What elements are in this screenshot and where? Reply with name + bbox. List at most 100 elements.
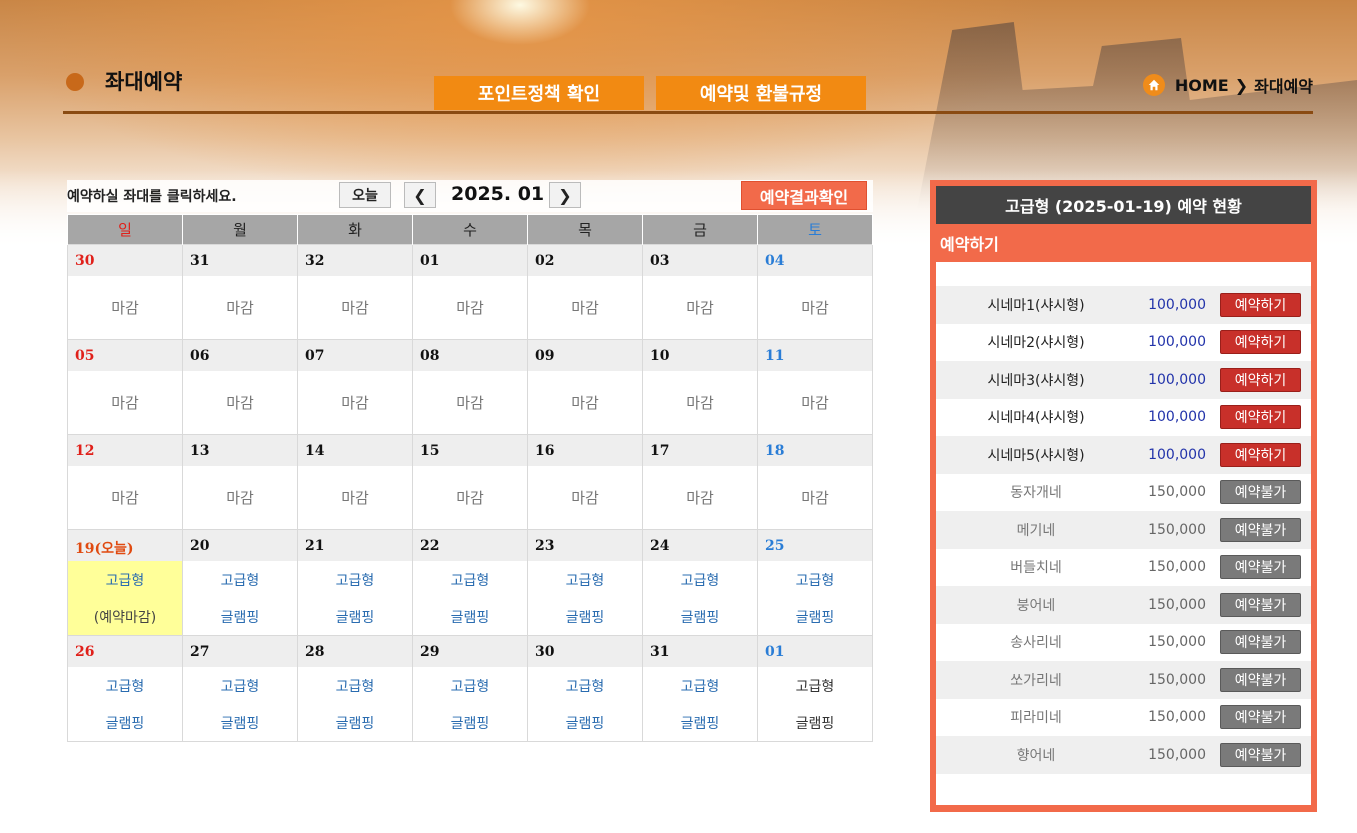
option-premium-link[interactable]: 고급형 (183, 561, 297, 598)
option-premium-link[interactable]: 고급형 (68, 561, 182, 598)
calendar-week: 30 마감 31 마감 32 마감 01 마감 02 마감 03 마감 04 마감 (67, 244, 873, 340)
day-options: 고급형 글램핑 (298, 667, 412, 741)
option-premium-link[interactable]: 고급형 (413, 561, 527, 598)
reservation-row: 향어네 150,000 예약불가 (936, 736, 1311, 774)
option-premium-link[interactable]: 고급형 (643, 667, 757, 704)
calendar-week: 05 마감 06 마감 07 마감 08 마감 09 마감 10 마감 11 마감 (67, 339, 873, 435)
calendar-day: 05 마감 (67, 339, 183, 435)
reserve-button[interactable]: 예약하기 (1220, 367, 1301, 392)
closed-label: 마감 (226, 489, 254, 507)
weekday-sat: 토 (757, 214, 873, 245)
option-premium-link[interactable]: 고급형 (298, 561, 412, 598)
calendar-day: 28 고급형 글램핑 (297, 635, 413, 742)
title-divider (63, 111, 1313, 114)
unavailable-button: 예약불가 (1220, 630, 1301, 655)
reservation-row: 시네마2(샤시형) 100,000 예약하기 (936, 324, 1311, 362)
day-number: 13 (183, 435, 297, 466)
reservation-row: 피라미네 150,000 예약불가 (936, 699, 1311, 737)
weekday-thu: 목 (527, 214, 643, 245)
reserve-button[interactable]: 예약하기 (1220, 292, 1301, 317)
seat-price: 150,000 (1148, 709, 1206, 726)
seat-name: 송사리네 (1010, 635, 1062, 652)
calendar-day: 31 마감 (182, 244, 298, 340)
reservation-row: 메기네 150,000 예약불가 (936, 511, 1311, 549)
unavailable-button: 예약불가 (1220, 705, 1301, 730)
day-options: 고급형 글램핑 (758, 667, 872, 741)
calendar-day: 01 마감 (412, 244, 528, 340)
unavailable-button: 예약불가 (1220, 667, 1301, 692)
seat-name: 시네마5(샤시형) (987, 447, 1085, 464)
option-glamping-link[interactable]: 글램핑 (413, 704, 527, 741)
option-premium-link[interactable]: 고급형 (758, 667, 872, 704)
calendar-day: 32 마감 (297, 244, 413, 340)
closed-label: 마감 (686, 489, 714, 507)
closed-label: 마감 (456, 489, 484, 507)
option-glamping-link[interactable]: 글램핑 (183, 598, 297, 635)
weekday-tue: 화 (297, 214, 413, 245)
option-glamping-link[interactable]: 글램핑 (758, 704, 872, 741)
option-premium-link[interactable]: 고급형 (298, 667, 412, 704)
day-number: 16 (528, 435, 642, 466)
calendar-day: 26 고급형 글램핑 (67, 635, 183, 742)
calendar-day: 19(오늘) 고급형 (예약마감) (67, 529, 183, 636)
closed-label: 마감 (226, 394, 254, 412)
reservation-row: 버들치네 150,000 예약불가 (936, 549, 1311, 587)
prev-month-button[interactable]: ❮ (404, 182, 436, 208)
option-premium-link[interactable]: 고급형 (643, 561, 757, 598)
reservation-row: 시네마1(샤시형) 100,000 예약하기 (936, 286, 1311, 324)
calendar-day: 14 마감 (297, 434, 413, 530)
closed-label: 마감 (571, 299, 599, 317)
day-number: 18 (758, 435, 872, 466)
option-glamping-link[interactable]: 글램핑 (528, 598, 642, 635)
calendar-day: 17 마감 (642, 434, 758, 530)
page-title: 좌대예약 (105, 70, 183, 94)
option-premium-link[interactable]: 고급형 (183, 667, 297, 704)
day-number: 01 (758, 636, 872, 667)
option-glamping-link[interactable]: 글램핑 (183, 704, 297, 741)
day-options: 고급형 글램핑 (68, 667, 182, 741)
calendar-day: 11 마감 (757, 339, 873, 435)
option-premium-link[interactable]: 고급형 (758, 561, 872, 598)
option-glamping-link[interactable]: 글램핑 (528, 704, 642, 741)
calendar-day: 30 고급형 글램핑 (527, 635, 643, 742)
option-closed-label: (예약마감) (93, 609, 157, 626)
calendar-day: 29 고급형 글램핑 (412, 635, 528, 742)
option-premium-link[interactable]: 고급형 (528, 667, 642, 704)
point-policy-button[interactable]: 포인트정책 확인 (434, 76, 644, 110)
day-options: 고급형 글램핑 (528, 667, 642, 741)
breadcrumb-home[interactable]: HOME (1175, 76, 1229, 95)
option-glamping-link[interactable]: 글램핑 (758, 598, 872, 635)
option-glamping-link[interactable]: 글램핑 (643, 598, 757, 635)
option-premium-link[interactable]: 고급형 (413, 667, 527, 704)
day-options: 고급형 글램핑 (183, 561, 297, 635)
option-glamping-link[interactable]: 글램핑 (298, 704, 412, 741)
reserve-button[interactable]: 예약하기 (1220, 442, 1301, 467)
home-icon[interactable] (1142, 74, 1165, 96)
closed-label: 마감 (111, 394, 139, 412)
seat-name: 시네마2(샤시형) (987, 335, 1085, 352)
next-month-button[interactable]: ❯ (549, 182, 581, 208)
calendar-day: 31 고급형 글램핑 (642, 635, 758, 742)
closed-label: 마감 (456, 394, 484, 412)
option-glamping-link[interactable]: 글램핑 (298, 598, 412, 635)
option-glamping-link[interactable]: 글램핑 (643, 704, 757, 741)
unavailable-button: 예약불가 (1220, 480, 1301, 505)
refund-policy-button[interactable]: 예약및 환불규정 (656, 76, 866, 110)
seat-price: 100,000 (1148, 296, 1206, 313)
option-glamping-link[interactable]: 글램핑 (413, 598, 527, 635)
closed-label: 마감 (111, 489, 139, 507)
bullet-dot-icon (66, 73, 84, 91)
closed-label: 마감 (111, 299, 139, 317)
today-button[interactable]: 오늘 (339, 182, 391, 208)
reserve-button[interactable]: 예약하기 (1220, 330, 1301, 355)
reserve-button[interactable]: 예약하기 (1220, 405, 1301, 430)
closed-label: 마감 (801, 299, 829, 317)
option-premium-link[interactable]: 고급형 (528, 561, 642, 598)
option-glamping-link[interactable]: 글램핑 (68, 704, 182, 741)
check-result-button[interactable]: 예약결과확인 (741, 181, 867, 210)
calendar-day: 04 마감 (757, 244, 873, 340)
option-premium-link[interactable]: 고급형 (68, 667, 182, 704)
closed-label: 마감 (571, 489, 599, 507)
day-number: 05 (68, 340, 182, 371)
closed-label: 마감 (341, 299, 369, 317)
